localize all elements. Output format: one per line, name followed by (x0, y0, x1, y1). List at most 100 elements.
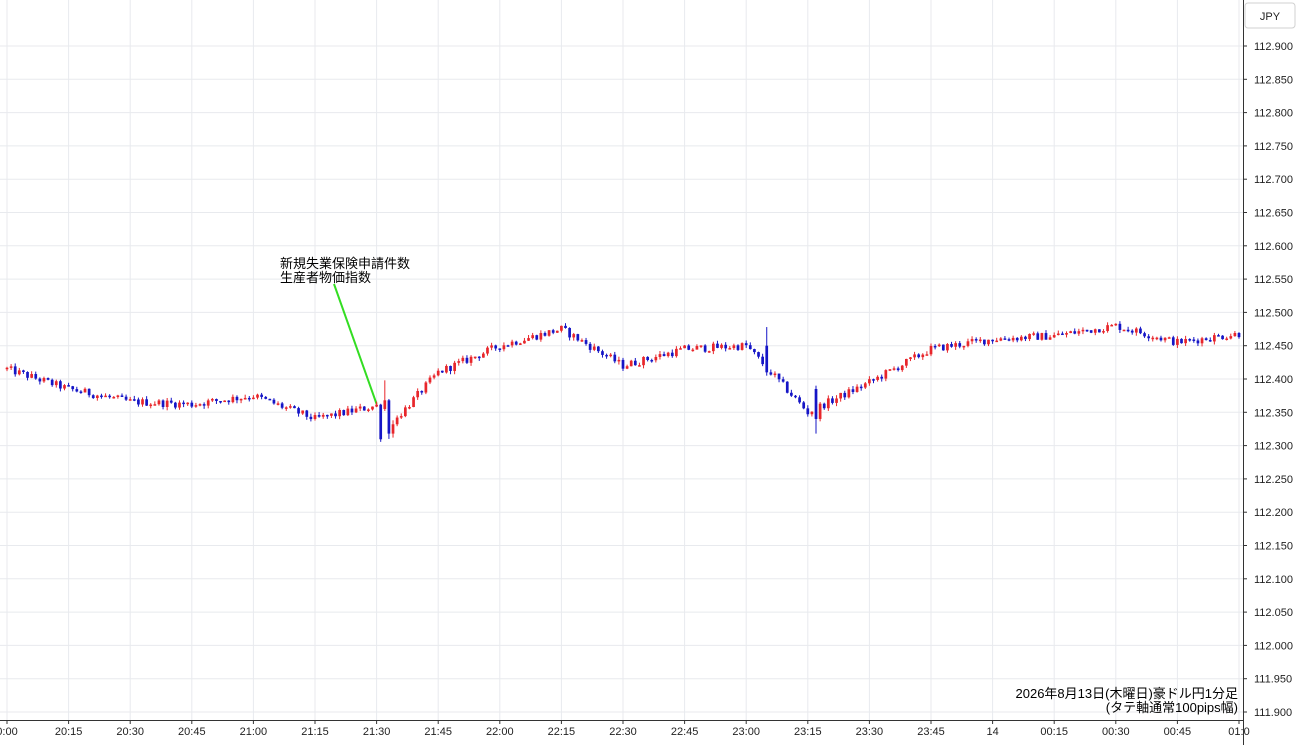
time-tick-label: 00:30 (1102, 726, 1130, 738)
candle-body (687, 345, 691, 350)
candle-body (683, 345, 686, 349)
candle-up (531, 332, 535, 340)
candle-down (576, 333, 580, 342)
candle-body (929, 345, 933, 355)
candle-body (974, 339, 978, 341)
candle-up (707, 350, 711, 353)
candle-down (1126, 326, 1130, 333)
candle-body (371, 406, 374, 410)
candle-up (900, 364, 904, 372)
price-tick-label: 112.150 (1254, 541, 1293, 553)
candle-down (568, 327, 571, 341)
candle-down (703, 344, 707, 353)
candle-down (1192, 336, 1196, 343)
candle-body (461, 357, 465, 362)
candle-body (995, 340, 999, 343)
candle-down (724, 342, 728, 352)
candle-body (174, 402, 177, 408)
candle-body (338, 410, 341, 417)
candle-body (629, 360, 633, 367)
candle-down (132, 395, 136, 402)
candle-up (436, 368, 440, 377)
candle-body (46, 378, 50, 380)
candle-up (1019, 335, 1023, 342)
candle-body (416, 391, 420, 398)
candle-up (313, 412, 317, 421)
candle-body (543, 333, 547, 336)
price-tick-label: 112.050 (1254, 607, 1293, 619)
candle-down (605, 353, 608, 359)
candle-up (888, 369, 892, 372)
chart-title: 2026年8月13日(木曜日)豪ドル円1分足 (1016, 686, 1239, 701)
price-tick-label: 112.200 (1254, 507, 1293, 519)
candle-body (724, 344, 728, 349)
candle-body (1081, 329, 1085, 332)
candle-up (1028, 333, 1031, 342)
candle-body (235, 396, 239, 401)
candle-body (987, 339, 990, 345)
candle-body (958, 343, 962, 347)
candle-body (855, 386, 859, 392)
candle-body (379, 404, 383, 440)
candle-down (991, 339, 994, 344)
candle-body (206, 400, 210, 406)
candle-down (1147, 334, 1151, 342)
candle-down (851, 386, 855, 395)
candle-body (777, 373, 781, 380)
candle-up (399, 413, 403, 419)
candle-down (235, 395, 239, 404)
candle-body (970, 339, 974, 342)
candle-up (95, 394, 99, 401)
candle-body (535, 335, 539, 340)
candle-up (1048, 335, 1052, 340)
candle-body (1221, 335, 1224, 340)
candle-up (206, 398, 210, 409)
candle-body (1139, 328, 1142, 334)
candle-body (617, 359, 621, 362)
candle-up (863, 382, 867, 389)
candle-down (1139, 326, 1142, 335)
candle-body (601, 351, 604, 355)
candle-body (773, 373, 777, 376)
candle-body (412, 397, 415, 408)
candle-body (625, 366, 629, 369)
candle-down (765, 327, 769, 376)
candle-body (38, 378, 42, 382)
candle-down (662, 351, 666, 357)
candle-up (1229, 333, 1233, 340)
candle-down (958, 341, 962, 349)
candle-body (798, 397, 801, 403)
candle-body (560, 325, 563, 331)
candle-down (137, 397, 140, 407)
candle-body (1184, 339, 1187, 344)
candle-up (165, 397, 169, 411)
candle-body (494, 345, 498, 349)
candle-down (1130, 329, 1134, 335)
candle-down (477, 356, 481, 361)
candle-up (921, 353, 925, 360)
candle-down (785, 381, 789, 394)
candle-up (367, 408, 370, 413)
candle-body (884, 370, 888, 379)
candle-body (1106, 325, 1109, 332)
candle-down (621, 357, 625, 372)
candle-up (978, 337, 982, 343)
candle-body (621, 359, 625, 369)
candle-down (1204, 337, 1208, 341)
candle-body (128, 399, 132, 401)
candle-body (818, 403, 822, 419)
candle-down (588, 342, 592, 353)
candle-down (87, 388, 91, 398)
candle-down (933, 344, 937, 350)
candle-down (757, 351, 760, 359)
candle-up (252, 395, 255, 400)
candle-up (675, 346, 678, 358)
candle-body (748, 345, 752, 350)
candle-up (428, 375, 432, 385)
candle-up (1065, 331, 1068, 338)
candle-body (436, 370, 440, 376)
candle-body (358, 406, 362, 409)
candle-down (1118, 321, 1122, 333)
candle-up (1069, 330, 1072, 334)
candle-up (412, 395, 415, 408)
